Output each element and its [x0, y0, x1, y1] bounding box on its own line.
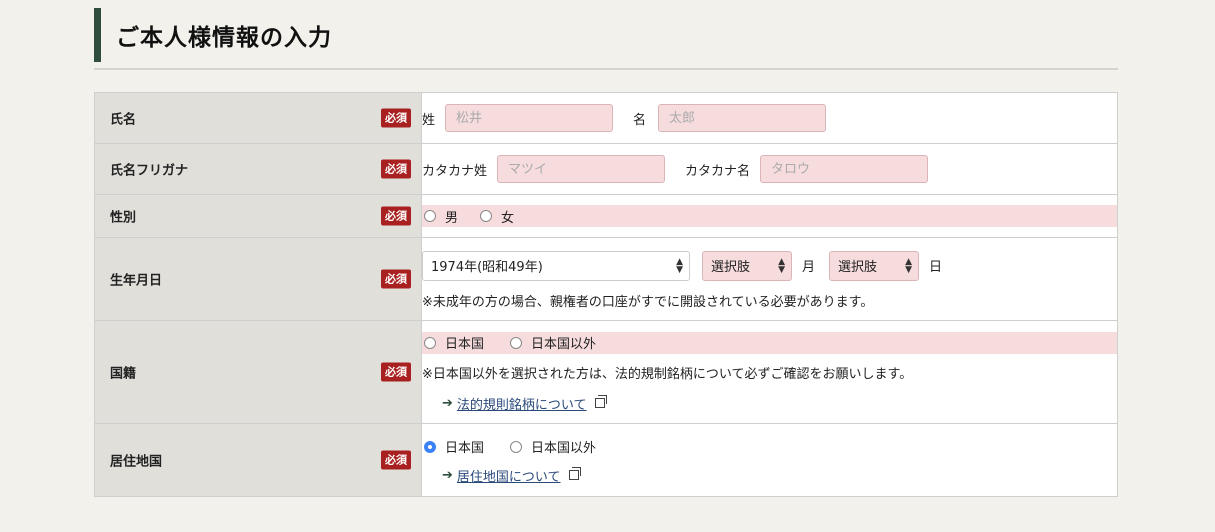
arrow-right-icon: ➔ [442, 395, 453, 411]
row-kana: 氏名フリガナ 必須 カタカナ姓 カタカナ名 [94, 143, 1118, 195]
radio-label: 日本国 [445, 441, 485, 456]
birth-year-select[interactable]: 1974年(昭和49年) ▲ ▼ [422, 250, 690, 281]
select-arrows-icon: ▲ ▼ [676, 256, 683, 275]
label-cell-gender: 性別 必須 [94, 194, 422, 238]
nationality-radio-japan[interactable]: 日本国 [424, 333, 484, 352]
nationality-note: ※日本国以外を選択された方は、法的規制銘柄について必ずご確認をお願いします。 [422, 366, 913, 382]
page-title: ご本人様情報の入力 [116, 24, 332, 51]
day-unit: 日 [929, 260, 943, 275]
first-name-label: 名 [633, 112, 647, 128]
regulated-stocks-link[interactable]: ➔ 法的規則銘柄について [442, 394, 607, 413]
value-cell-kana: カタカナ姓 カタカナ名 [421, 143, 1118, 195]
minor-note: ※未成年の方の場合、親権者の口座がすでに開設されている必要があります。 [422, 294, 874, 310]
last-name-label: 姓 [422, 112, 436, 128]
select-value: 選択肢 [838, 260, 878, 275]
field-label: 氏名フリガナ [110, 163, 189, 179]
residence-radio-japan[interactable]: 日本国 [424, 437, 484, 456]
row-gender: 性別 必須 男 女 [94, 194, 1118, 238]
field-label: 居住地国 [110, 454, 163, 470]
select-value: 1974年(昭和49年) [431, 260, 543, 275]
residence-country-link[interactable]: ➔ 居住地国について [442, 466, 581, 485]
nationality-radio-other[interactable]: 日本国以外 [510, 333, 596, 352]
field-label: 性別 [110, 210, 137, 226]
required-badge: 必須 [381, 108, 411, 128]
residence-radio-group: 日本国 日本国以外 [422, 436, 1117, 458]
kana-first-label: カタカナ名 [685, 163, 751, 179]
select-arrows-icon: ▲ ▼ [905, 256, 913, 275]
value-cell-residence: 日本国 日本国以外 ➔ 居住地国について [421, 423, 1118, 497]
label-cell-residence: 居住地国 必須 [94, 423, 422, 497]
row-name: 氏名 必須 姓 名 [94, 92, 1118, 144]
field-label: 氏名 [110, 112, 137, 128]
row-residence: 居住地国 必須 日本国 日本国以外 ➔ 居住地国について [94, 423, 1118, 497]
birth-month-select[interactable]: 選択肢 ▲ ▼ [702, 250, 792, 281]
label-cell-birthdate: 生年月日 必須 [94, 237, 422, 321]
radio-circle[interactable] [424, 336, 436, 349]
required-badge: 必須 [381, 450, 411, 470]
radio-label: 男 [445, 210, 459, 226]
value-cell-nationality: 日本国 日本国以外 ※日本国以外を選択された方は、法的規制銘柄について必ずご確認… [421, 320, 1118, 424]
link-text[interactable]: 法的規則銘柄について [457, 394, 587, 413]
radio-label: 日本国 [445, 337, 485, 352]
gender-radio-male[interactable]: 男 [424, 207, 458, 226]
required-badge: 必須 [381, 362, 411, 382]
field-label: 国籍 [110, 366, 137, 382]
label-cell-name: 氏名 必須 [94, 92, 422, 144]
required-badge: 必須 [381, 206, 411, 226]
nationality-radio-group: 日本国 日本国以外 [422, 331, 1117, 354]
radio-label: 女 [501, 210, 515, 226]
label-cell-nationality: 国籍 必須 [94, 320, 422, 424]
radio-label: 日本国以外 [531, 441, 597, 456]
required-badge: 必須 [381, 159, 411, 179]
row-nationality: 国籍 必須 日本国 日本国以外 ※日本国以外を選択された方は、法的規制銘柄につい… [94, 320, 1118, 424]
month-unit: 月 [802, 260, 816, 275]
radio-circle[interactable] [510, 336, 523, 349]
gender-radio-female[interactable]: 女 [480, 207, 514, 226]
first-name-input[interactable] [658, 104, 827, 132]
personal-info-form: 氏名 必須 姓 名 氏名フリガナ 必須 カタカナ姓 [94, 92, 1118, 497]
field-label: 生年月日 [110, 273, 163, 289]
residence-radio-other[interactable]: 日本国以外 [510, 437, 596, 456]
last-name-input[interactable] [445, 104, 614, 132]
row-birthdate: 生年月日 必須 1974年(昭和49年) ▲ ▼ 選択肢 ▲ ▼ 月 選択肢 ▲… [94, 237, 1118, 321]
heading-accent-bar [94, 8, 101, 62]
select-arrows-icon: ▲ ▼ [778, 256, 785, 275]
section-heading: ご本人様情報の入力 [94, 8, 1118, 70]
required-badge: 必須 [381, 269, 411, 289]
radio-circle[interactable] [510, 440, 523, 453]
arrow-right-icon: ➔ [442, 467, 453, 483]
gender-radio-group: 男 女 [422, 205, 1117, 227]
value-cell-birthdate: 1974年(昭和49年) ▲ ▼ 選択肢 ▲ ▼ 月 選択肢 ▲ ▼ 日 ※未成年の方… [421, 237, 1118, 321]
external-window-icon [568, 467, 581, 480]
value-cell-name: 姓 名 [421, 92, 1118, 144]
value-cell-gender: 男 女 [421, 194, 1118, 238]
link-text[interactable]: 居住地国について [457, 466, 561, 485]
kana-last-label: カタカナ姓 [422, 163, 488, 179]
select-value: 選択肢 [711, 260, 751, 275]
radio-circle[interactable] [424, 210, 436, 222]
label-cell-kana: 氏名フリガナ 必須 [94, 143, 422, 195]
radio-label: 日本国以外 [531, 337, 597, 352]
kana-last-input[interactable] [497, 155, 666, 183]
birth-day-select[interactable]: 選択肢 ▲ ▼ [829, 250, 920, 281]
kana-first-input[interactable] [760, 155, 929, 183]
external-window-icon [594, 395, 607, 408]
radio-circle-selected[interactable] [424, 440, 436, 453]
radio-circle[interactable] [480, 210, 493, 222]
